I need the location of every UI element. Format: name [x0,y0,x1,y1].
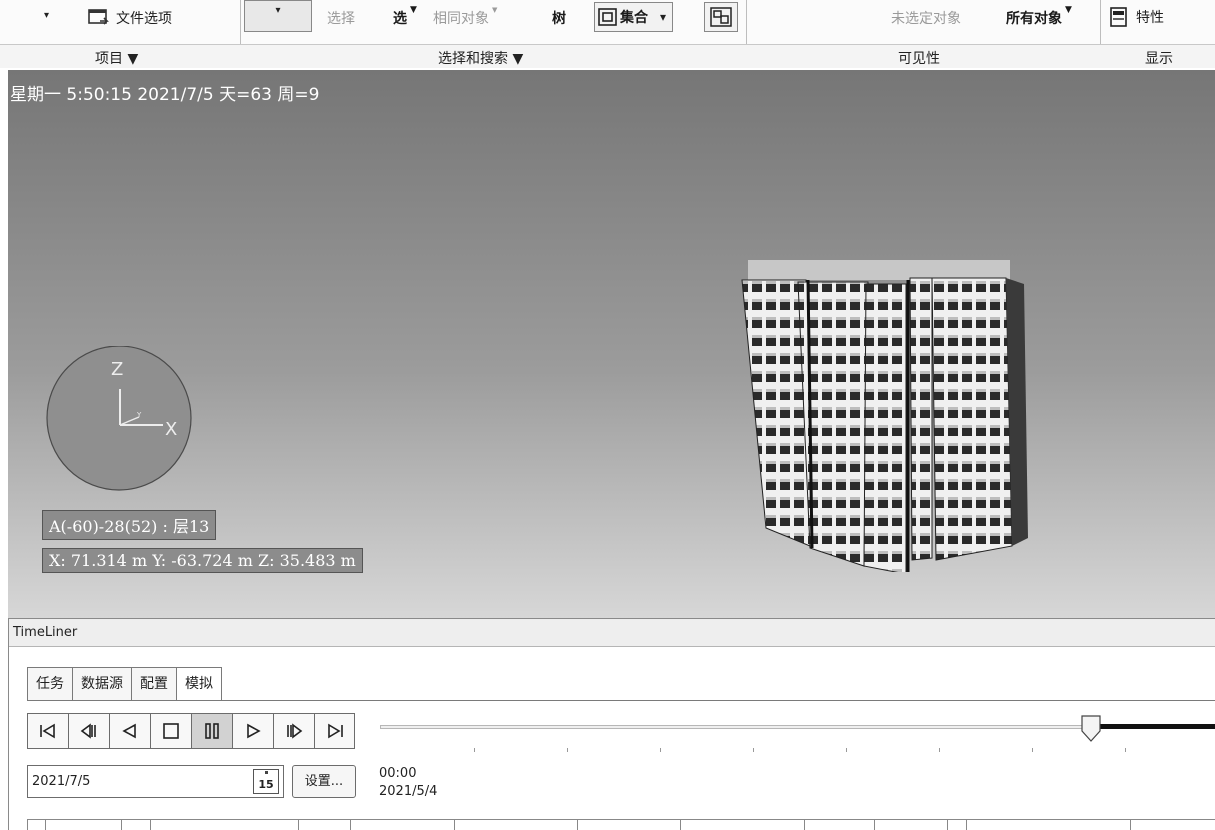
z-axis-label: Z [111,359,123,380]
properties-icon [1110,7,1127,27]
timeline-start-label: 00:00 2021/5/4 [379,765,437,801]
caret-icon: ▼ [410,5,417,15]
select-same-button[interactable]: 相同对象 ▼ [433,6,498,28]
file-options-label: 文件选项 [116,11,172,27]
caret-icon: ▼ [1065,5,1072,15]
simulation-date-input[interactable]: 2021/7/5 15 [27,765,284,798]
rewind-to-start-button[interactable] [27,713,68,749]
x-axis-label: X [165,419,177,440]
play-reverse-button[interactable] [109,713,150,749]
playback-controls [27,713,355,749]
calendar-icon[interactable]: 15 [253,769,279,794]
tab-simulate[interactable]: 模拟 [176,667,222,701]
grid-column-divider [577,820,578,830]
step-forward-button[interactable] [273,713,314,749]
date-value: 2021/7/5 [32,774,91,789]
hide-unselected-button[interactable]: 未选定对象 [891,8,961,28]
play-icon [247,723,261,739]
rewind-to-start-icon [40,723,55,739]
timeline-tick [846,748,847,752]
select-search-panel-label[interactable]: 选择和搜索 ▼ [438,48,523,68]
timeline-tick [474,748,475,752]
grid-location-readout: A(-60)-28(52) : 层13 [42,510,217,540]
file-options-button[interactable]: 文件选项 [88,8,172,28]
step-forward-icon [287,723,303,739]
task-grid-header [27,819,1215,830]
timeline-slider-fill [1090,724,1215,729]
play-button[interactable] [232,713,273,749]
forward-to-end-button[interactable] [314,713,355,749]
timeline-tick [753,748,754,752]
timeline-tick [1032,748,1033,752]
start-date: 2021/5/4 [379,784,438,799]
grid-column-divider [45,820,46,830]
file-options-icon [88,9,109,25]
sets-button[interactable]: 集合 ▾ [594,2,674,32]
timeliner-tabs: 任务 数据源 配置 模拟 [27,667,222,701]
ribbon: ▾ 文件选项 ▾ 选择 选 ▼ 相同对象 ▼ 树 集合 ▾ 未选定对象 所有对象… [0,0,1215,68]
forward-to-end-icon [327,723,343,739]
select-mode-dropdown[interactable]: ▾ [244,0,312,32]
select-button[interactable]: 选择 [327,8,355,28]
grid-column-divider [680,820,681,830]
timeline-slider-thumb[interactable] [1080,715,1102,743]
play-reverse-icon [122,723,136,739]
tab-data-sources[interactable]: 数据源 [72,667,131,701]
select-box-button[interactable]: 选 ▼ [393,5,417,28]
find-items-icon [710,7,732,27]
3d-viewport[interactable]: 星期一 5:50:15 2021/7/5 天=63 周=9 Z X Y A(-6… [8,70,1215,618]
ribbon-panel-labels: 项目 ▼ 选择和搜索 ▼ 可见性 显示 [0,44,1215,68]
timeliner-title: TimeLiner [9,619,1215,647]
step-back-icon [80,723,96,739]
grid-column-divider [298,820,299,830]
timeline-tick [939,748,940,752]
ribbon-tools-row: ▾ 文件选项 ▾ 选择 选 ▼ 相同对象 ▼ 树 集合 ▾ 未选定对象 所有对象… [0,0,1215,68]
grid-column-divider [454,820,455,830]
find-items-button[interactable] [704,2,738,32]
grid-column-divider [121,820,122,830]
stop-icon [163,723,179,739]
sets-icon [598,8,617,26]
grid-column-divider [150,820,151,830]
tab-configure[interactable]: 配置 [131,667,176,701]
caret-icon: ▼ [492,6,498,14]
timeline-tick [1125,748,1126,752]
grid-column-divider [966,820,967,830]
timeline-tick [660,748,661,752]
settings-button[interactable]: 设置... [292,765,356,798]
stop-button[interactable] [150,713,191,749]
grid-column-divider [874,820,875,830]
unhide-all-button[interactable]: 所有对象 ▼ [1006,5,1072,28]
simulation-datetime-overlay: 星期一 5:50:15 2021/7/5 天=63 周=9 [10,85,320,105]
project-panel-label[interactable]: 项目 ▼ [95,48,138,68]
grid-column-divider [350,820,351,830]
timeliner-panel: TimeLiner 任务 数据源 配置 模拟 2021/7/5 15 设置...… [8,618,1215,830]
selection-tree-button[interactable]: 树 [552,8,566,28]
timeline-tick [567,748,568,752]
tab-tasks[interactable]: 任务 [27,667,72,701]
project-dropdown-caret[interactable]: ▾ [44,10,49,21]
axis-compass: Z X Y [46,346,192,491]
grid-column-divider [947,820,948,830]
pause-icon [205,723,219,739]
start-time: 00:00 [379,766,417,781]
building-model [741,260,1028,572]
properties-button[interactable]: 特性 [1110,7,1164,27]
visibility-panel-label: 可见性 [898,51,940,67]
grid-column-divider [804,820,805,830]
display-panel-label: 显示 [1145,51,1173,67]
coordinate-readout: X: 71.314 m Y: -63.724 m Z: 35.483 m [42,548,363,573]
step-back-button[interactable] [68,713,109,749]
grid-column-divider [1130,820,1131,830]
y-axis-label: Y [136,411,142,419]
sets-dropdown-icon: ▾ [660,10,667,24]
tab-divider [27,700,1215,701]
pause-button[interactable] [191,713,232,749]
